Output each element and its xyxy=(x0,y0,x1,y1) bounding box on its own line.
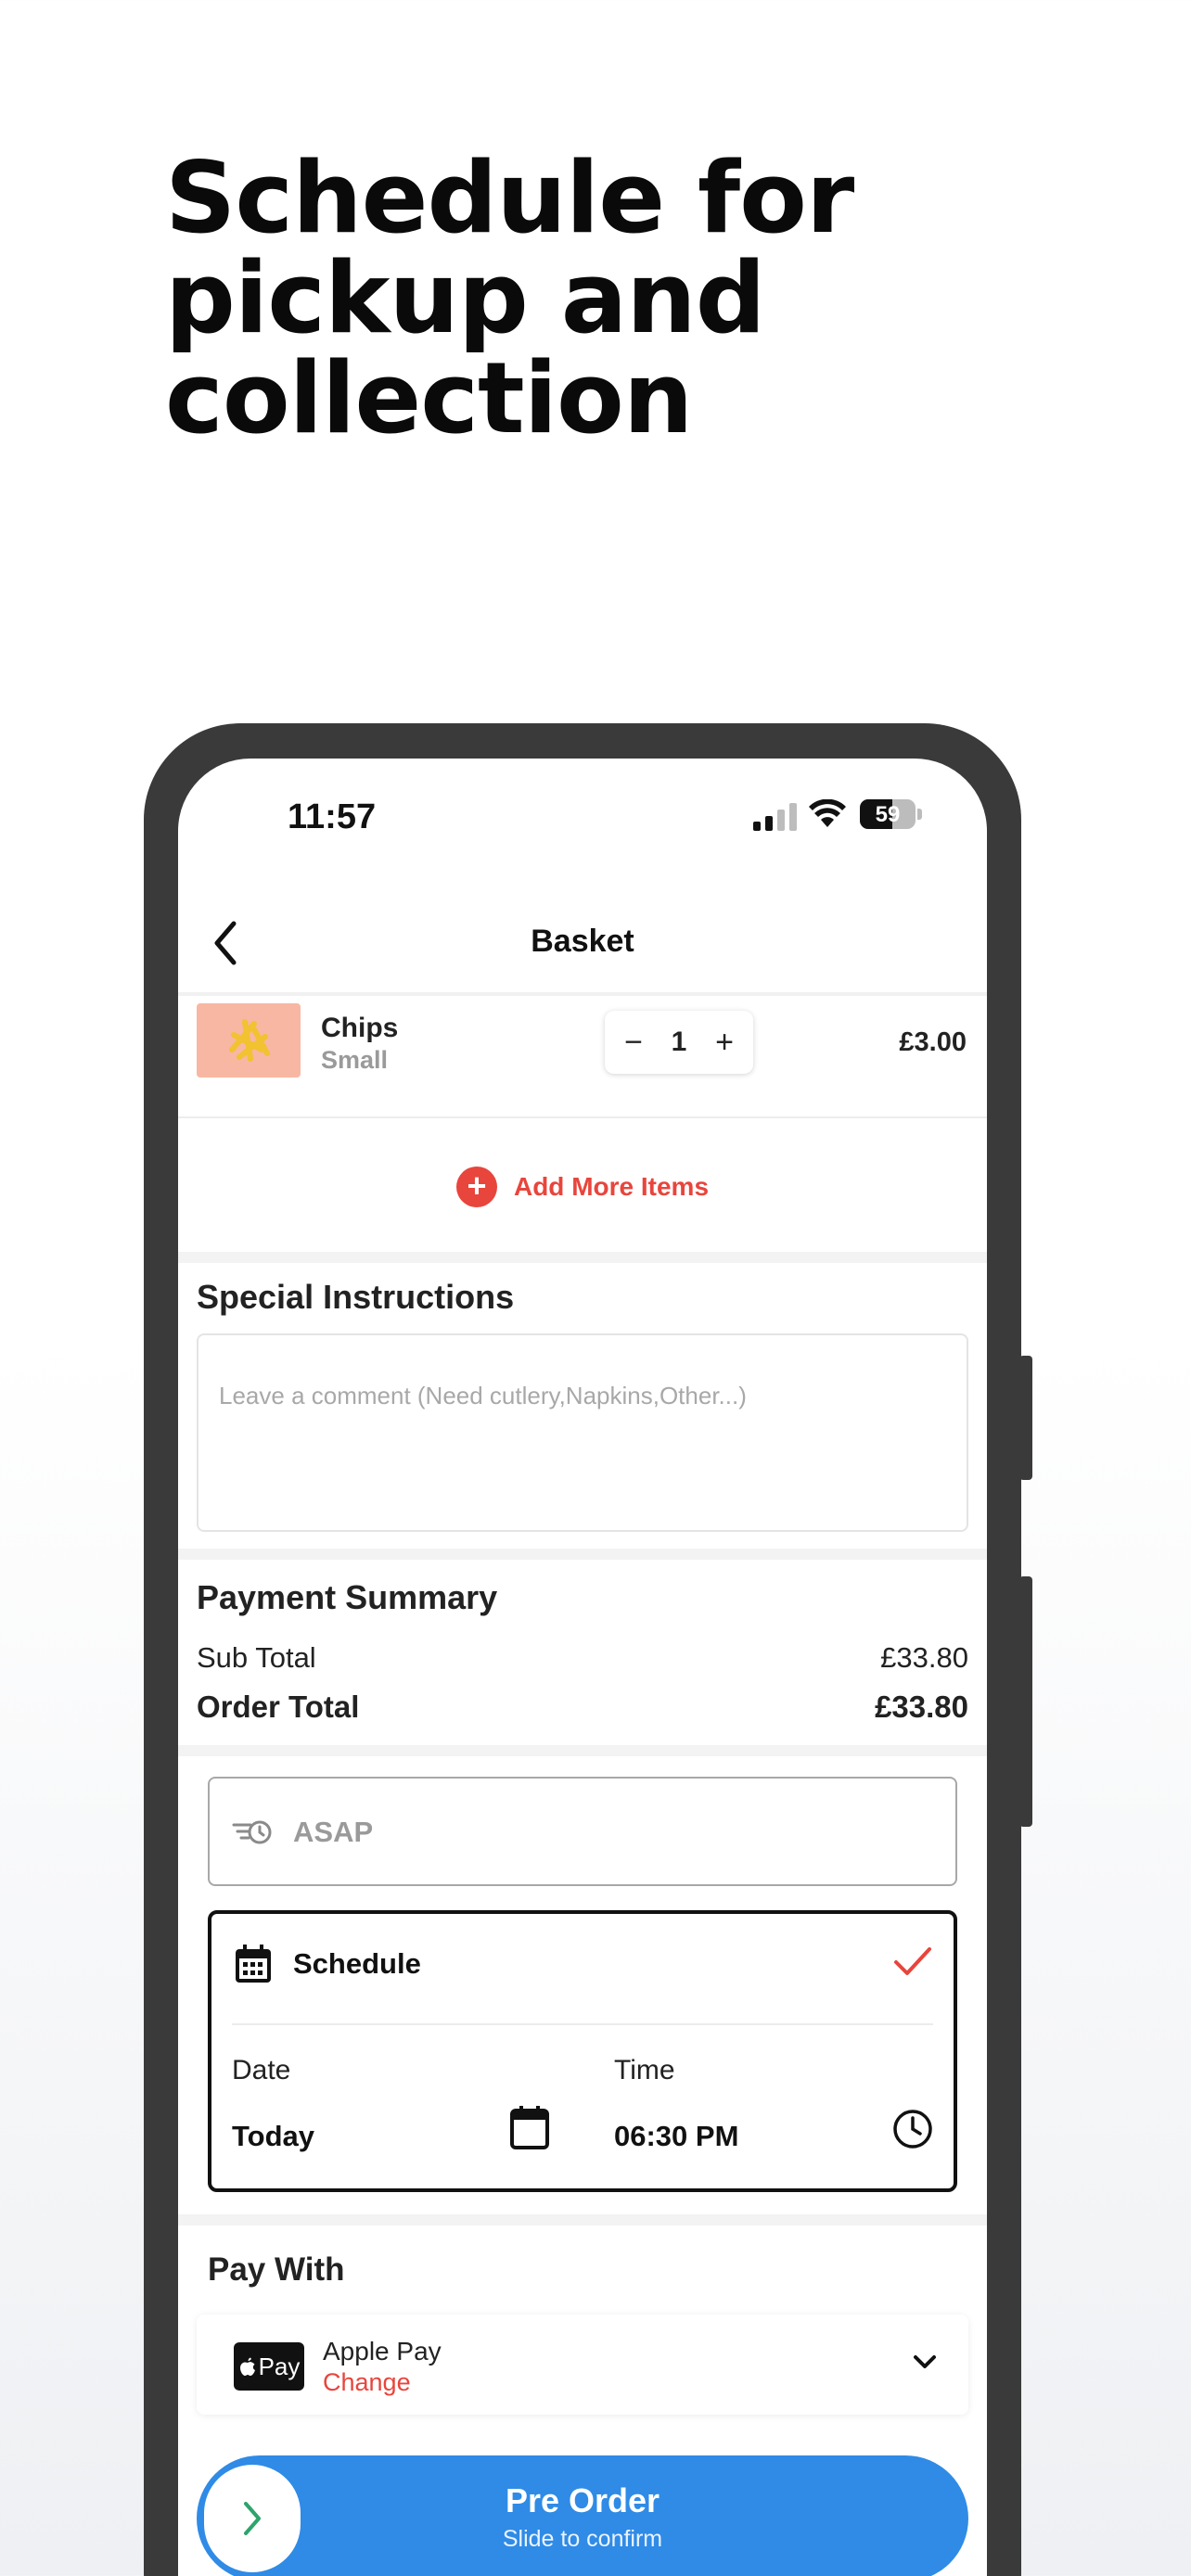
pay-with-title: Pay With xyxy=(208,2251,345,2288)
quantity-value: 1 xyxy=(671,1027,687,1057)
date-value[interactable]: Today xyxy=(232,2120,314,2153)
decrease-quantity-button[interactable]: − xyxy=(620,1027,647,1058)
phone-side-button xyxy=(1019,1356,1032,1480)
time-label: Time xyxy=(614,2055,675,2085)
pre-order-slider[interactable]: Pre Order Slide to confirm xyxy=(197,2455,968,2576)
battery-level: 59 xyxy=(875,802,901,827)
status-time: 11:57 xyxy=(288,797,377,836)
battery-nub xyxy=(917,809,922,820)
payment-method-name: Apple Pay xyxy=(323,2337,442,2366)
pre-order-label: Pre Order xyxy=(505,2481,660,2519)
subtotal-row: Sub Total £33.80 xyxy=(197,1641,968,1675)
order-total-label: Order Total xyxy=(197,1690,360,1724)
asap-clock-icon xyxy=(232,1820,272,1844)
special-instructions-input[interactable]: Leave a comment (Need cutlery,Napkins,Ot… xyxy=(197,1333,968,1532)
apple-logo-icon xyxy=(239,2357,255,2376)
item-thumbnail xyxy=(197,1003,301,1078)
subtotal-value: £33.80 xyxy=(880,1641,968,1674)
clock-icon[interactable] xyxy=(892,2109,933,2149)
asap-option[interactable]: ASAP xyxy=(208,1777,957,1886)
payment-method-selector[interactable]: Pay Apple Pay Change xyxy=(197,2315,968,2415)
change-payment-link[interactable]: Change xyxy=(323,2368,411,2397)
quantity-stepper: − 1 + xyxy=(605,1011,753,1074)
asap-label: ASAP xyxy=(293,1816,374,1848)
item-size: Small xyxy=(321,1046,389,1074)
add-icon: + xyxy=(455,1167,497,1207)
chevron-down-icon[interactable] xyxy=(913,2353,937,2370)
add-more-items-button[interactable]: + Add More Items xyxy=(178,1159,987,1215)
nav-bar: Basket xyxy=(178,898,987,990)
section-divider xyxy=(178,1745,987,1756)
apple-pay-badge-text: Pay xyxy=(258,2352,301,2380)
headline: Schedule for pickup and collection xyxy=(165,141,854,455)
basket-item-row: Chips Small − 1 + £3.00 xyxy=(178,998,987,1118)
item-name: Chips xyxy=(321,1013,399,1043)
wifi-icon xyxy=(809,799,846,827)
section-divider xyxy=(178,1549,987,1560)
phone-screen: 11:57 59 Basket Chips Small − 1 + £3.00 … xyxy=(178,759,987,2576)
check-icon xyxy=(894,1947,931,1975)
order-total-row: Order Total £33.80 xyxy=(197,1690,968,1725)
section-divider xyxy=(178,2214,987,2225)
phone-side-button xyxy=(1019,1576,1032,1827)
order-total-value: £33.80 xyxy=(875,1690,968,1724)
schedule-option[interactable]: Schedule Date Time Today 06:30 PM xyxy=(208,1910,957,2192)
schedule-label: Schedule xyxy=(293,1947,421,1980)
status-bar: 11:57 59 xyxy=(178,759,987,870)
special-instructions-title: Special Instructions xyxy=(197,1278,515,1316)
payment-summary-title: Payment Summary xyxy=(197,1578,498,1616)
comment-placeholder: Leave a comment (Need cutlery,Napkins,Ot… xyxy=(219,1382,747,1409)
date-picker-calendar-icon[interactable] xyxy=(510,2105,549,2149)
add-more-items-label: Add More Items xyxy=(513,1172,710,1201)
subtotal-label: Sub Total xyxy=(197,1641,316,1674)
time-value[interactable]: 06:30 PM xyxy=(614,2120,738,2153)
calendar-icon xyxy=(236,1945,271,1983)
page-title: Basket xyxy=(531,924,634,959)
slide-to-confirm-label: Slide to confirm xyxy=(502,2526,663,2552)
date-label: Date xyxy=(232,2055,291,2085)
section-divider xyxy=(178,1252,987,1263)
battery-icon: 59 xyxy=(860,799,916,829)
item-price: £3.00 xyxy=(899,1027,967,1057)
signal-icon xyxy=(753,803,797,831)
nav-divider xyxy=(178,992,987,996)
apple-pay-badge: Pay xyxy=(234,2342,304,2391)
schedule-divider xyxy=(232,2023,933,2025)
increase-quantity-button[interactable]: + xyxy=(711,1027,738,1058)
